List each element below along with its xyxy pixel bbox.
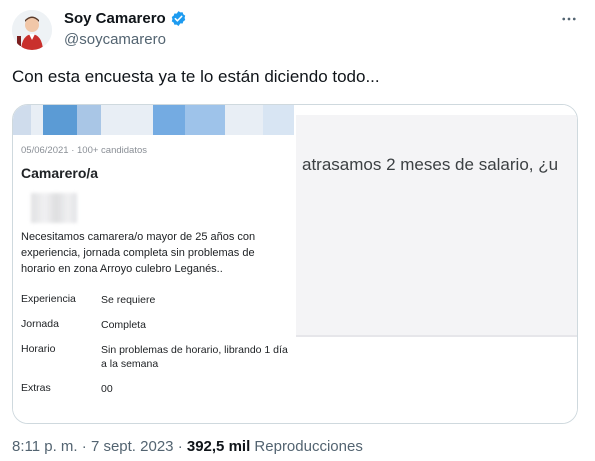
job-detail-value: Sin problemas de horario, librando 1 día… [101,344,288,370]
author-handle[interactable]: @soycamarero [64,31,166,48]
view-count-label: Reproducciones [254,438,363,455]
job-candidates: 100+ candidatos [77,145,147,156]
avatar[interactable] [12,10,52,50]
author-name-row: Soy Camarero [64,10,187,27]
survey-image-content: atrasamos 2 meses de salario, ¿u [296,115,577,335]
blurred-company-logo [31,193,77,223]
more-horizontal-icon[interactable] [558,8,580,30]
tweet-footer: 8:11 p. m. · 7 sept. 2023 · 392,5 mil Re… [12,438,363,455]
job-detail-value: Se requiere [101,294,156,306]
waiter-avatar-icon [12,10,52,50]
job-offer-image[interactable]: 05/06/2021 · 100+ candidatos Camarero/a … [13,105,294,423]
author-display-name[interactable]: Soy Camarero [64,10,166,27]
job-meta: 05/06/2021 · 100+ candidatos [21,145,147,156]
tweet-media[interactable]: 05/06/2021 · 100+ candidatos Camarero/a … [12,104,578,424]
tweet-time[interactable]: 8:11 p. m. [12,438,78,455]
job-detail-value: 00 [101,383,113,395]
job-detail-key: Experiencia [21,293,76,305]
tweet-text: Con esta encuesta ya te lo están diciend… [12,67,380,86]
tweet-date[interactable]: 7 sept. 2023 [91,438,174,455]
job-meta-dot: · [71,145,75,156]
view-count[interactable]: 392,5 mil [187,438,250,455]
job-description: Necesitamos camarera/o mayor de 25 años … [21,231,256,275]
footer-separator: · [81,438,87,455]
job-detail-key: Jornada [21,318,59,330]
job-title: Camarero/a [21,165,99,181]
job-detail-value: Completa [101,319,146,331]
job-detail-key: Extras [21,382,51,394]
job-banner [13,105,294,135]
verified-badge-icon [170,10,187,27]
survey-divider [296,335,577,337]
job-date: 05/06/2021 [21,145,69,156]
survey-text: atrasamos 2 meses de salario, ¿u [302,155,559,174]
footer-separator: · [177,438,183,455]
job-detail-key: Horario [21,343,56,355]
survey-image[interactable]: atrasamos 2 meses de salario, ¿u [294,105,577,423]
